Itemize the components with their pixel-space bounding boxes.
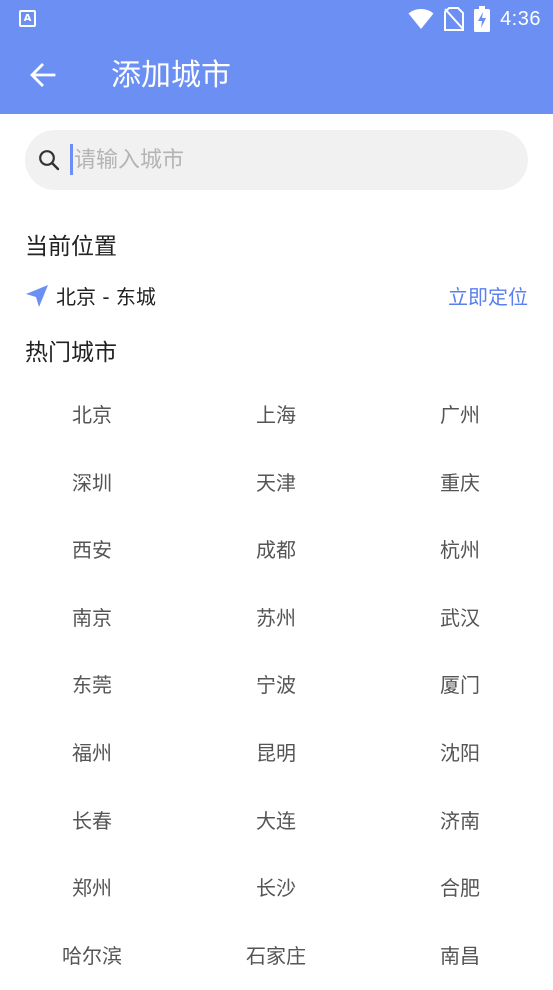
status-bar: A 4:36 — [0, 0, 553, 38]
hot-city-item[interactable]: 石家庄 — [184, 922, 368, 990]
hot-city-item[interactable]: 杭州 — [368, 516, 552, 584]
status-indicators: 4:36 — [408, 6, 541, 32]
hot-city-item[interactable]: 上海 — [184, 381, 368, 449]
text-cursor — [70, 144, 73, 175]
battery-charging-icon — [474, 6, 491, 32]
hot-city-item[interactable]: 昆明 — [184, 719, 368, 787]
hot-city-item[interactable]: 南京 — [0, 584, 184, 652]
no-sim-icon — [444, 7, 465, 31]
hot-city-item[interactable]: 郑州 — [0, 854, 184, 922]
hot-city-item[interactable]: 哈尔滨 — [0, 922, 184, 990]
wifi-icon — [408, 9, 434, 29]
hot-city-item[interactable]: 广州 — [368, 381, 552, 449]
app-notification-icon: A — [19, 10, 36, 27]
status-time: 4:36 — [500, 7, 541, 30]
hot-city-item[interactable]: 合肥 — [368, 854, 552, 922]
hot-city-item[interactable]: 东莞 — [0, 651, 184, 719]
hot-city-item[interactable]: 天津 — [184, 449, 368, 517]
arrow-left-icon — [30, 63, 56, 87]
hot-city-item[interactable]: 重庆 — [368, 449, 552, 517]
hot-city-item[interactable]: 长春 — [0, 787, 184, 855]
current-city-label: 北京 - 东城 — [56, 285, 156, 309]
hot-city-item[interactable]: 成都 — [184, 516, 368, 584]
hot-city-item[interactable]: 西安 — [0, 516, 184, 584]
hot-city-item[interactable]: 苏州 — [184, 584, 368, 652]
hot-city-item[interactable]: 武汉 — [368, 584, 552, 652]
app-bar: A 4:36 添加城市 — [0, 0, 553, 114]
hot-city-item[interactable]: 南昌 — [368, 922, 552, 990]
back-button[interactable] — [22, 54, 64, 96]
search-input[interactable] — [74, 130, 514, 190]
current-location-title: 当前位置 — [25, 234, 117, 260]
locate-now-button[interactable]: 立即定位 — [448, 282, 528, 312]
hot-city-item[interactable]: 济南 — [368, 787, 552, 855]
hot-city-item[interactable]: 深圳 — [0, 449, 184, 517]
hot-city-item[interactable]: 北京 — [0, 381, 184, 449]
hot-city-item[interactable]: 沈阳 — [368, 719, 552, 787]
page-title: 添加城市 — [111, 58, 231, 93]
hot-city-item[interactable]: 厦门 — [368, 651, 552, 719]
hot-cities-title: 热门城市 — [25, 340, 117, 366]
hot-city-item[interactable]: 长沙 — [184, 854, 368, 922]
current-location-row: 北京 - 东城 立即定位 — [25, 282, 528, 312]
hot-city-item[interactable]: 福州 — [0, 719, 184, 787]
location-arrow-icon — [26, 285, 48, 307]
toolbar: 添加城市 — [0, 38, 553, 114]
search-icon — [39, 150, 60, 171]
hot-city-item[interactable]: 大连 — [184, 787, 368, 855]
hot-city-item[interactable]: 宁波 — [184, 651, 368, 719]
